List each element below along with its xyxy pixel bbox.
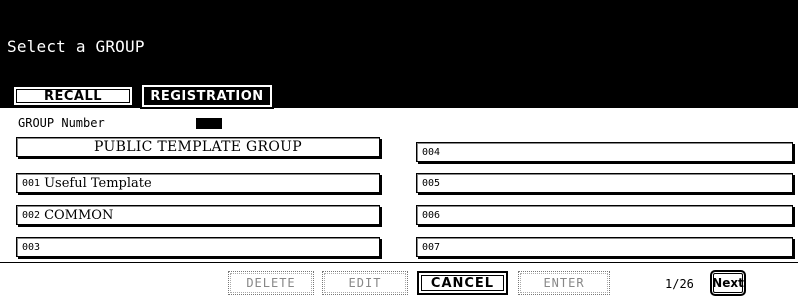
group-number: 004: [422, 146, 441, 158]
group-number: 002: [22, 209, 41, 221]
enter-button[interactable]: ENTER: [518, 271, 610, 295]
edit-button[interactable]: EDIT: [322, 271, 408, 295]
cancel-button[interactable]: CANCEL: [417, 271, 508, 295]
group-number-indicator: [196, 118, 222, 129]
screen-title: Select a GROUP: [7, 37, 145, 56]
group-button-007[interactable]: 007: [416, 237, 793, 257]
group-button-003[interactable]: 003: [16, 237, 380, 257]
group-button-001[interactable]: 001 Useful Template: [16, 173, 380, 193]
group-name: COMMON: [44, 207, 114, 223]
group-number: 007: [422, 241, 441, 253]
group-number-label: GROUP Number: [18, 116, 105, 130]
page-indicator: 1/26: [665, 277, 694, 291]
tab-recall[interactable]: RECALL: [12, 85, 134, 107]
next-page-button[interactable]: Next: [710, 270, 746, 296]
group-button-002[interactable]: 002 COMMON: [16, 205, 380, 225]
group-button-005[interactable]: 005: [416, 173, 793, 193]
group-button-006[interactable]: 006: [416, 205, 793, 225]
group-name: PUBLIC TEMPLATE GROUP: [94, 139, 302, 155]
group-number: 005: [422, 177, 441, 189]
group-number: 006: [422, 209, 441, 221]
tab-registration[interactable]: REGISTRATION: [140, 83, 274, 109]
footer-divider: [0, 262, 798, 263]
group-number: 003: [22, 241, 41, 253]
delete-button[interactable]: DELETE: [228, 271, 314, 295]
group-number: 001: [22, 177, 41, 189]
group-name: Useful Template: [44, 175, 152, 191]
group-button-004[interactable]: 004: [416, 142, 793, 162]
public-template-group-button[interactable]: PUBLIC TEMPLATE GROUP: [16, 137, 380, 157]
